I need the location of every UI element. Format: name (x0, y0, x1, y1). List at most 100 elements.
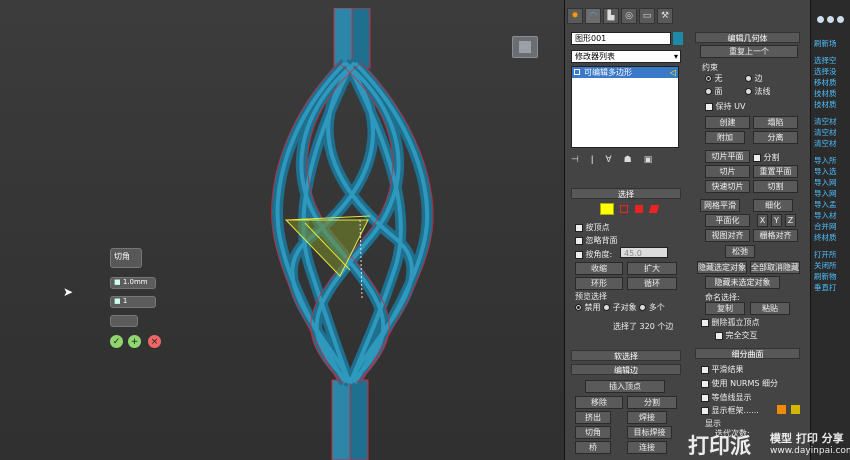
remove-modifier-icon[interactable]: ☗ (624, 155, 632, 167)
script-item[interactable]: 选择没 (814, 66, 850, 77)
chamfer-button[interactable]: 切角 (575, 426, 611, 439)
loop-button[interactable]: 循环 (627, 277, 677, 290)
script-item[interactable]: 导入孟 (814, 199, 850, 210)
tessellate-button[interactable]: 细化 (753, 199, 793, 212)
by-vertex-option[interactable]: 按顶点 (575, 222, 610, 233)
preserve-uvs-checkbox[interactable] (705, 102, 713, 111)
planar-z-button[interactable]: Z (785, 214, 796, 227)
delete-isolated-option[interactable]: ✓ 删除孤立顶点 (701, 317, 760, 329)
split-checkbox[interactable] (753, 153, 761, 162)
script-item[interactable]: 导入选 (814, 166, 850, 177)
multi-radio[interactable] (639, 304, 647, 311)
twisted-lattice-model[interactable] (250, 8, 480, 460)
full-interactivity-checkbox[interactable]: ✓ (715, 331, 723, 342)
script-item[interactable]: 刷新场 (814, 38, 850, 49)
quickslice-button[interactable]: 快速切片 (705, 180, 750, 193)
viewport[interactable]: 切角 ■ 1.0mm ■ 1 ✓ + × ➤ (0, 0, 565, 460)
script-item[interactable]: 导入所 (814, 155, 850, 166)
unhide-all-button[interactable]: 全部取消隐藏 (750, 261, 800, 274)
isoline-checkbox[interactable] (701, 393, 709, 402)
dot-icon[interactable] (817, 16, 824, 23)
dot-icon[interactable] (827, 16, 834, 23)
constraint-edge[interactable]: 边 (745, 73, 763, 84)
script-item[interactable]: 合并网 (814, 221, 850, 232)
ignore-backfacing-checkbox[interactable] (575, 236, 583, 245)
repeat-last-button[interactable]: 重复上一个 (700, 45, 798, 58)
preserve-uvs-option[interactable]: 保持 UV (705, 101, 745, 112)
remove-button[interactable]: 移除 (575, 396, 623, 409)
by-angle-option[interactable]: 按角度: (575, 249, 612, 260)
weld-button[interactable]: 焊接 (627, 411, 667, 424)
create-tab-icon[interactable]: ✸ (567, 8, 583, 24)
none-radio[interactable] (705, 75, 712, 82)
subobject-radio[interactable] (603, 304, 611, 311)
grow-button[interactable]: 扩大 (627, 262, 677, 275)
view-align-button[interactable]: 视图对齐 (705, 229, 750, 242)
planar-y-button[interactable]: Y (771, 214, 782, 227)
hierarchy-tab-icon[interactable]: ▙ (603, 8, 619, 24)
soft-selection-rollout-header[interactable]: 软选择 (571, 350, 681, 361)
script-item[interactable]: 技材质 (814, 99, 850, 110)
stack-item[interactable]: 可编辑多边形 ◁ (572, 67, 678, 78)
ok-icon[interactable]: ✓ (110, 335, 123, 348)
script-item[interactable]: 导入材 (814, 210, 850, 221)
insert-vertex-button[interactable]: 插入顶点 (585, 380, 665, 393)
split-option[interactable]: 分割 (753, 152, 780, 163)
face-radio[interactable] (705, 88, 712, 95)
split-edge-button[interactable]: 分割 (627, 396, 677, 409)
cut-button[interactable]: 切割 (753, 180, 798, 193)
make-unique-icon[interactable]: ∀ (606, 155, 612, 167)
modify-tab-icon[interactable]: ◠ (585, 8, 601, 24)
script-item[interactable]: 清空材 (814, 138, 850, 149)
ignore-backfacing-option[interactable]: 忽略背面 (575, 235, 618, 246)
chamfer-open-toggle[interactable] (110, 315, 138, 327)
cage-color-swatch-2[interactable] (791, 405, 800, 414)
subdivision-rollout-header[interactable]: 细分曲面 (695, 348, 800, 359)
connect-button[interactable]: 连接 (627, 441, 667, 454)
motion-tab-icon[interactable]: ◎ (621, 8, 637, 24)
meshsmooth-button[interactable]: 网格平滑 (700, 199, 740, 212)
normal-radio[interactable] (745, 88, 752, 95)
dot-icon[interactable] (837, 16, 844, 23)
script-item[interactable]: 终材质 (814, 232, 850, 243)
bridge-button[interactable]: 桥 (575, 441, 611, 454)
collapse-button[interactable]: 塌陷 (753, 116, 798, 129)
smooth-result-option[interactable]: 平滑结果 (701, 364, 744, 375)
object-color-swatch[interactable] (673, 32, 683, 45)
reset-plane-button[interactable]: 重置平面 (753, 165, 798, 178)
paste-button[interactable]: 粘贴 (750, 302, 790, 315)
disabled-radio[interactable] (575, 304, 582, 311)
chamfer-segments-field[interactable]: ■ 1 (110, 296, 156, 308)
by-vertex-checkbox[interactable] (575, 223, 583, 232)
script-item[interactable]: 导入网 (814, 177, 850, 188)
polygon-mode-icon[interactable] (635, 205, 643, 213)
modifier-list-dropdown[interactable]: 修改器列表 ▾ (571, 50, 681, 63)
modifier-stack[interactable]: 可编辑多边形 ◁ (571, 66, 679, 148)
script-item[interactable]: 技材质 (814, 88, 850, 99)
ring-button[interactable]: 环形 (575, 277, 623, 290)
object-name-field[interactable]: 图形001 (571, 32, 671, 45)
script-item[interactable]: 关闭所 (814, 260, 850, 271)
show-end-result-icon[interactable]: ǀ (591, 155, 594, 167)
display-tab-icon[interactable]: ▭ (639, 8, 655, 24)
detach-button[interactable]: 分离 (753, 131, 798, 144)
slice-button[interactable]: 切片 (705, 165, 750, 178)
copy-button[interactable]: 复制 (705, 302, 745, 315)
make-planar-button[interactable]: 平面化 (705, 214, 750, 227)
full-interactivity-option[interactable]: ✓ 完全交互 (715, 330, 758, 342)
edge-mode-icon[interactable] (600, 203, 614, 215)
constraint-normal[interactable]: 法线 (745, 86, 771, 97)
slice-plane-button[interactable]: 切片平面 (705, 150, 750, 163)
apply-icon[interactable]: + (128, 335, 141, 348)
extrude-button[interactable]: 挤出 (575, 411, 611, 424)
script-item[interactable]: 移材质 (814, 77, 850, 88)
show-cage-option[interactable]: 显示框架...... (701, 405, 759, 416)
create-button[interactable]: 创建 (705, 116, 750, 129)
pin-stack-icon[interactable]: ⊣ (571, 155, 579, 167)
attach-button[interactable]: 附加 (705, 131, 745, 144)
border-mode-icon[interactable] (620, 205, 628, 213)
script-item[interactable]: 清空材 (814, 127, 850, 138)
script-item[interactable]: 刷新物 (814, 271, 850, 282)
use-nurms-option[interactable]: 使用 NURMS 细分 (701, 378, 778, 389)
script-item[interactable]: 打开所 (814, 249, 850, 260)
